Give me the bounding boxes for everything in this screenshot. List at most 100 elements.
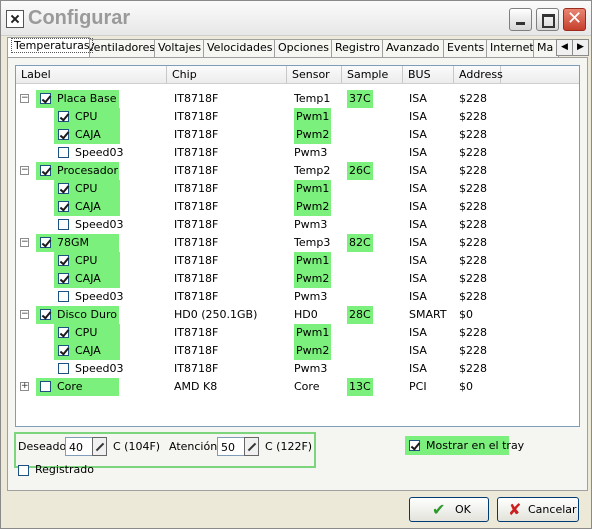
tab-ventiladores[interactable]: Ventiladores bbox=[83, 39, 161, 57]
header-address[interactable]: Address bbox=[454, 66, 503, 83]
row-checkbox[interactable] bbox=[58, 291, 69, 302]
table-row[interactable]: CAJA IT8718F Pwm2 ISA $228 bbox=[16, 270, 579, 288]
row-label: CAJA bbox=[75, 344, 101, 357]
row-label: Core bbox=[57, 380, 83, 393]
table-row[interactable]: Speed03 IT8718F Pwm3 ISA $228 bbox=[16, 216, 579, 234]
registrado-checkbox[interactable] bbox=[18, 465, 29, 476]
header-bus[interactable]: BUS bbox=[403, 66, 454, 83]
sensor-tree-list[interactable]: Label Chip Sensor Sample BUS Address − Pl… bbox=[15, 65, 580, 427]
tab-scroll-right-icon[interactable]: ▶ bbox=[572, 39, 589, 56]
row-sensor: HD0 bbox=[294, 308, 318, 321]
row-checkbox[interactable] bbox=[40, 309, 51, 320]
tab-opciones[interactable]: Opciones bbox=[274, 39, 338, 57]
tab-internet[interactable]: Internet bbox=[486, 39, 540, 57]
table-row[interactable]: CPU IT8718F Pwm1 ISA $228 bbox=[16, 108, 579, 126]
minimize-button[interactable] bbox=[509, 8, 532, 31]
row-address: $228 bbox=[459, 110, 487, 123]
row-address: $228 bbox=[459, 326, 487, 339]
table-row[interactable]: CAJA IT8718F Pwm2 ISA $228 bbox=[16, 198, 579, 216]
header-sample[interactable]: Sample bbox=[342, 66, 403, 83]
row-address: $228 bbox=[459, 272, 487, 285]
row-checkbox[interactable] bbox=[58, 129, 69, 140]
row-checkbox[interactable] bbox=[58, 183, 69, 194]
collapse-minus-icon[interactable]: − bbox=[20, 166, 29, 175]
minimize-icon bbox=[516, 22, 525, 25]
table-row[interactable]: CPU IT8718F Pwm1 ISA $228 bbox=[16, 180, 579, 198]
table-row[interactable]: − Disco Duro HD0 (250.1GB) HD0 28C SMART $0 bbox=[16, 306, 579, 324]
row-chip: IT8718F bbox=[174, 272, 219, 285]
maximize-icon bbox=[542, 14, 555, 28]
row-chip: IT8718F bbox=[174, 218, 219, 231]
cancel-button[interactable]: ✘ Cancelar bbox=[497, 497, 579, 522]
table-row[interactable]: CPU IT8718F Pwm1 ISA $228 bbox=[16, 324, 579, 342]
tab-avanzado[interactable]: Avanzado bbox=[382, 39, 450, 57]
tab-temperaturas[interactable]: Temperaturas bbox=[7, 37, 93, 57]
table-row[interactable]: Speed03 IT8718F Pwm3 ISA $228 bbox=[16, 144, 579, 162]
row-checkbox[interactable] bbox=[58, 147, 69, 158]
table-row[interactable]: Speed03 IT8718F Pwm3 ISA $228 bbox=[16, 288, 579, 306]
atencion-input[interactable]: 50 bbox=[217, 437, 245, 456]
deseado-spin-icon[interactable] bbox=[92, 437, 107, 456]
table-row[interactable]: CPU IT8718F Pwm1 ISA $228 bbox=[16, 252, 579, 270]
app-icon bbox=[6, 10, 24, 28]
table-row[interactable]: + Core AMD K8 Core 13C PCI $0 bbox=[16, 378, 579, 396]
tab-registro[interactable]: Registro bbox=[331, 39, 389, 57]
row-sensor: Pwm3 bbox=[294, 362, 328, 375]
row-checkbox[interactable] bbox=[40, 237, 51, 248]
row-checkbox[interactable] bbox=[58, 201, 69, 212]
row-label: Procesador bbox=[57, 164, 118, 177]
row-checkbox[interactable] bbox=[58, 345, 69, 356]
row-bus: SMART bbox=[409, 308, 447, 321]
atencion-spin-icon[interactable] bbox=[244, 437, 259, 456]
table-row[interactable]: CAJA IT8718F Pwm2 ISA $228 bbox=[16, 342, 579, 360]
row-label: CPU bbox=[75, 326, 98, 339]
row-checkbox[interactable] bbox=[58, 363, 69, 374]
header-chip[interactable]: Chip bbox=[167, 66, 287, 83]
collapse-minus-icon[interactable]: − bbox=[20, 94, 29, 103]
row-sensor: Temp1 bbox=[294, 92, 331, 105]
title-bar[interactable]: Configurar ✕ bbox=[1, 1, 591, 36]
row-address: $228 bbox=[459, 128, 487, 141]
configurar-window: Configurar ✕ Temperaturas Ventiladores V… bbox=[0, 0, 592, 529]
row-sensor: Pwm1 bbox=[294, 108, 332, 126]
row-address: $228 bbox=[459, 200, 487, 213]
table-row[interactable]: − Placa Base IT8718F Temp1 37C ISA $228 bbox=[16, 90, 579, 108]
row-checkbox[interactable] bbox=[40, 381, 51, 392]
row-address: $228 bbox=[459, 362, 487, 375]
tab-velocidades[interactable]: Velocidades bbox=[203, 39, 281, 57]
table-row[interactable]: − 78GM IT8718F Temp3 82C ISA $228 bbox=[16, 234, 579, 252]
row-checkbox[interactable] bbox=[58, 111, 69, 122]
header-sensor[interactable]: Sensor bbox=[287, 66, 342, 83]
table-row[interactable]: Speed03 IT8718F Pwm3 ISA $228 bbox=[16, 360, 579, 378]
tab-scroll-left-icon[interactable]: ◀ bbox=[556, 39, 573, 56]
row-sensor: Pwm2 bbox=[294, 270, 332, 288]
row-bus: ISA bbox=[409, 254, 427, 267]
mostrar-tray-option[interactable]: Mostrar en el tray bbox=[405, 436, 524, 455]
close-button[interactable]: ✕ bbox=[563, 8, 586, 31]
row-bus: ISA bbox=[409, 164, 427, 177]
row-checkbox[interactable] bbox=[58, 219, 69, 230]
table-row[interactable]: − Procesador IT8718F Temp2 26C ISA $228 bbox=[16, 162, 579, 180]
row-bus: ISA bbox=[409, 362, 427, 375]
row-checkbox[interactable] bbox=[40, 93, 51, 104]
row-checkbox[interactable] bbox=[58, 255, 69, 266]
row-checkbox[interactable] bbox=[58, 327, 69, 338]
collapse-minus-icon[interactable]: − bbox=[20, 238, 29, 247]
maximize-button[interactable] bbox=[536, 8, 559, 31]
row-bus: ISA bbox=[409, 182, 427, 195]
row-chip: IT8718F bbox=[174, 128, 219, 141]
row-address: $228 bbox=[459, 236, 487, 249]
row-sensor: Pwm3 bbox=[294, 146, 328, 159]
row-checkbox[interactable] bbox=[40, 165, 51, 176]
header-label[interactable]: Label bbox=[16, 66, 167, 83]
row-chip: IT8718F bbox=[174, 164, 219, 177]
ok-button[interactable]: ✔ OK bbox=[409, 497, 489, 522]
tab-voltajes[interactable]: Voltajes bbox=[154, 39, 210, 57]
collapse-minus-icon[interactable]: − bbox=[20, 310, 29, 319]
row-checkbox[interactable] bbox=[58, 273, 69, 284]
deseado-input[interactable]: 40 bbox=[65, 437, 93, 456]
expand-plus-icon[interactable]: + bbox=[20, 382, 29, 391]
mostrar-tray-checkbox[interactable] bbox=[409, 440, 420, 451]
table-row[interactable]: CAJA IT8718F Pwm2 ISA $228 bbox=[16, 126, 579, 144]
row-sensor: Pwm1 bbox=[294, 180, 332, 198]
